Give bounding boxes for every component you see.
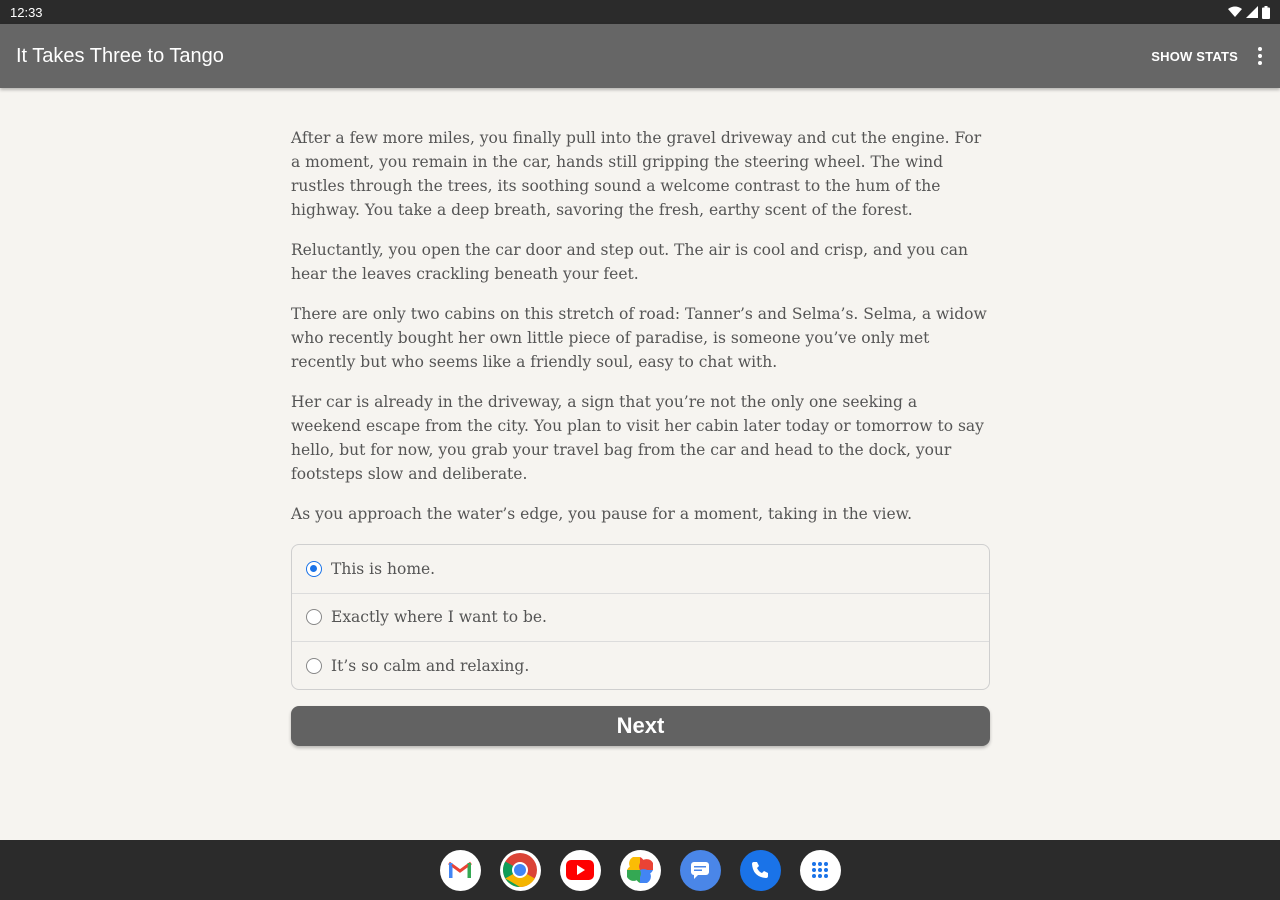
radio-button[interactable] [306, 560, 322, 577]
overflow-menu-icon[interactable] [1256, 43, 1264, 69]
photos-icon[interactable] [619, 849, 661, 891]
app-dock [0, 840, 1280, 900]
status-time: 12:33 [10, 4, 43, 20]
show-stats-button[interactable]: SHOW STATS [1151, 49, 1238, 64]
status-icons [1228, 5, 1270, 19]
app-actions: SHOW STATS [1151, 43, 1264, 69]
story-paragraph: Her car is already in the driveway, a si… [291, 393, 984, 483]
wifi-icon [1228, 6, 1242, 17]
choice-list: This is home. Exactly where I want to be… [291, 544, 990, 690]
story-paragraph: There are only two cabins on this stretc… [291, 305, 987, 371]
choice-label: Exactly where I want to be. [331, 608, 547, 627]
choice-option[interactable]: This is home. [292, 545, 989, 594]
battery-icon [1262, 5, 1270, 19]
status-bar: 12:33 [0, 0, 1280, 24]
gmail-icon[interactable] [439, 849, 481, 891]
story-paragraph: Reluctantly, you open the car door and s… [291, 241, 969, 283]
app-drawer-icon[interactable] [799, 849, 841, 891]
choice-option[interactable]: It’s so calm and relaxing. [292, 642, 989, 689]
next-button[interactable]: Next [291, 706, 990, 746]
app-bar: It Takes Three to Tango SHOW STATS [0, 24, 1280, 88]
phone-icon[interactable] [739, 849, 781, 891]
choice-label: It’s so calm and relaxing. [331, 657, 530, 676]
messages-icon[interactable] [679, 849, 721, 891]
choice-label: This is home. [331, 559, 436, 578]
story-paragraph: After a few more miles, you finally pull… [291, 129, 982, 219]
choice-option[interactable]: Exactly where I want to be. [292, 594, 989, 642]
radio-button[interactable] [306, 658, 322, 675]
signal-icon [1246, 6, 1258, 18]
story-paragraph: As you approach the water’s edge, you pa… [291, 505, 913, 523]
chrome-icon[interactable] [499, 849, 541, 891]
story-text: After a few more miles, you finally pull… [291, 126, 991, 542]
app-title: It Takes Three to Tango [16, 44, 224, 67]
youtube-icon[interactable] [559, 849, 601, 891]
radio-button[interactable] [306, 609, 322, 626]
